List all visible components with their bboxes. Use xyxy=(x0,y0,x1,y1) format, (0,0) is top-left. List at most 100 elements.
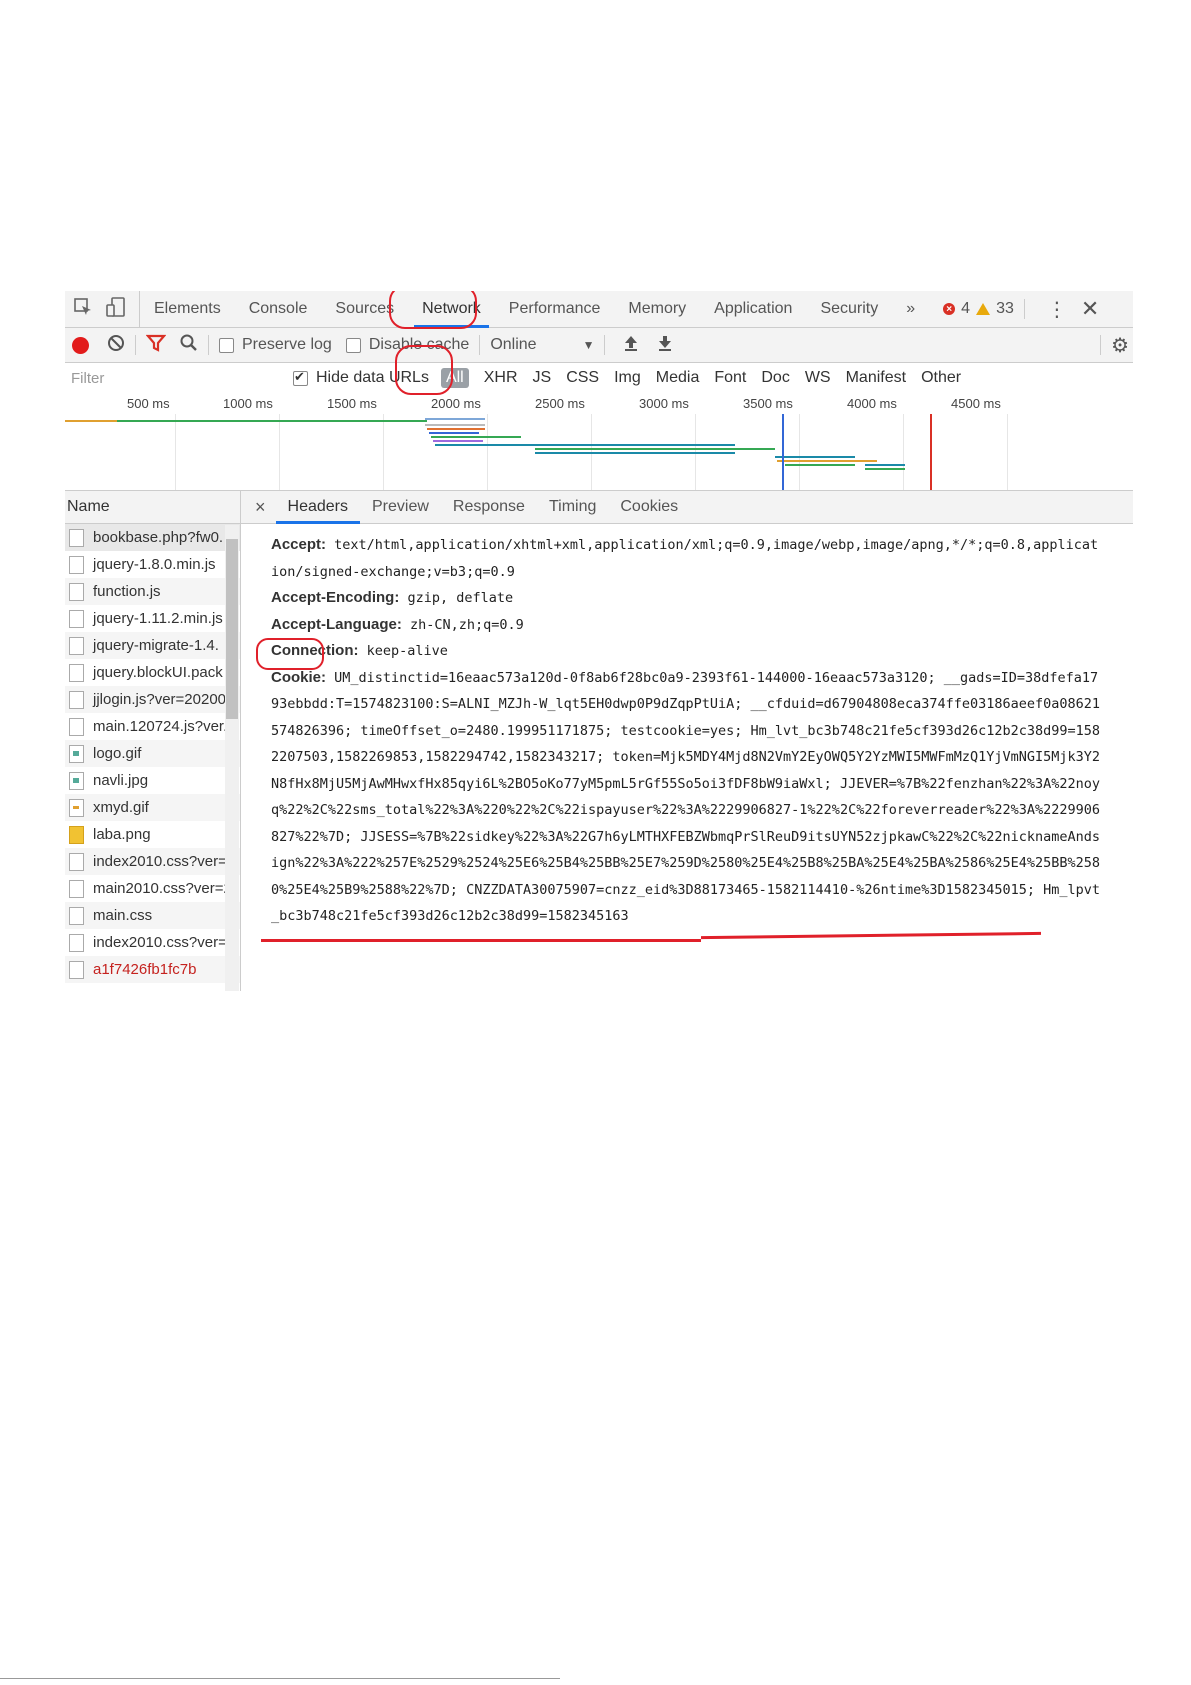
network-overview-timeline[interactable]: 500 ms 1000 ms 1500 ms 2000 ms 2500 ms 3… xyxy=(65,394,1133,491)
device-toolbar-icon[interactable] xyxy=(105,296,127,323)
filter-input[interactable]: Filter xyxy=(65,365,281,391)
tab-application[interactable]: Application xyxy=(700,291,806,327)
warning-count: 33 xyxy=(996,300,1014,317)
list-item[interactable]: index2010.css?ver= xyxy=(65,848,240,875)
timeline-tick: 1000 ms xyxy=(223,396,273,411)
more-tabs-icon[interactable]: » xyxy=(892,291,929,327)
record-icon[interactable] xyxy=(72,336,89,354)
header-accept: Accept: text/html,application/xhtml+xml,… xyxy=(271,536,1099,580)
tab-preview[interactable]: Preview xyxy=(360,491,441,523)
timeline-bar xyxy=(535,448,775,450)
list-item[interactable]: jquery.blockUI.pack xyxy=(65,659,240,686)
error-icon: × xyxy=(943,303,956,315)
filter-type-font[interactable]: Font xyxy=(714,369,746,387)
filter-funnel-icon[interactable] xyxy=(145,334,167,357)
dropdown-arrow-icon: ▼ xyxy=(582,338,595,352)
tab-cookies[interactable]: Cookies xyxy=(608,491,690,523)
list-item[interactable]: main2010.css?ver=2 xyxy=(65,875,240,902)
clear-icon[interactable] xyxy=(107,334,125,357)
timeline-tick: 4500 ms xyxy=(951,396,1001,411)
filter-type-doc[interactable]: Doc xyxy=(761,369,789,387)
tab-security[interactable]: Security xyxy=(806,291,892,327)
tab-headers[interactable]: Headers xyxy=(275,491,361,524)
scrollbar-thumb[interactable] xyxy=(226,539,238,719)
tab-memory[interactable]: Memory xyxy=(614,291,700,327)
request-headers: Accept: text/html,application/xhtml+xml,… xyxy=(241,524,1106,930)
timeline-bar xyxy=(785,464,855,466)
tabbar-tools xyxy=(65,291,140,327)
script-file-icon xyxy=(69,717,84,736)
script-file-icon xyxy=(69,663,84,682)
script-file-icon xyxy=(69,609,84,628)
timeline-tick: 4000 ms xyxy=(847,396,897,411)
export-har-icon[interactable] xyxy=(657,334,673,357)
filter-type-manifest[interactable]: Manifest xyxy=(846,369,906,387)
list-item[interactable]: a1f7426fb1fc7b xyxy=(65,956,240,983)
timeline-bar xyxy=(429,432,479,434)
preserve-log-label: Preserve log xyxy=(242,336,332,353)
list-item[interactable]: laba.png xyxy=(65,821,240,848)
timeline-bar xyxy=(865,464,905,466)
image-file-icon xyxy=(69,744,84,763)
timeline-bar xyxy=(427,428,485,430)
list-item[interactable]: main.120724.js?ver. xyxy=(65,713,240,740)
list-item[interactable]: jquery-1.11.2.min.js xyxy=(65,605,240,632)
filter-type-xhr[interactable]: XHR xyxy=(484,369,518,387)
annotation-circle-all xyxy=(395,345,453,395)
list-item[interactable]: logo.gif xyxy=(65,740,240,767)
preserve-log-checkbox[interactable]: Preserve log xyxy=(219,336,332,354)
warning-icon xyxy=(976,303,991,315)
list-item[interactable]: index2010.css?ver= xyxy=(65,929,240,956)
divider xyxy=(1100,335,1102,355)
script-file-icon xyxy=(69,582,84,601)
detail-tabs: × Headers Preview Response Timing Cookie… xyxy=(241,491,1133,524)
filter-type-js[interactable]: JS xyxy=(533,369,552,387)
list-item[interactable]: function.js xyxy=(65,578,240,605)
network-toolbar: Preserve log Disable cache Online ▼ ⚙ xyxy=(65,328,1133,363)
inspect-element-icon[interactable] xyxy=(73,297,93,322)
list-item[interactable]: bookbase.php?fw0. xyxy=(65,524,240,551)
filter-type-img[interactable]: Img xyxy=(614,369,641,387)
tab-console[interactable]: Console xyxy=(235,291,322,327)
list-item[interactable]: jquery-migrate-1.4. xyxy=(65,632,240,659)
search-icon[interactable] xyxy=(180,334,198,357)
list-item[interactable]: main.css xyxy=(65,902,240,929)
request-details-panel: × Headers Preview Response Timing Cookie… xyxy=(241,491,1133,991)
scrollbar[interactable] xyxy=(225,525,239,991)
header-cookie: Cookie: UM_distinctid=16eaac573a120d-0f8… xyxy=(271,668,1101,925)
image-file-icon xyxy=(69,825,84,844)
name-column-header[interactable]: Name xyxy=(65,491,240,524)
filter-type-ws[interactable]: WS xyxy=(805,369,831,387)
dom-content-loaded-line xyxy=(782,414,784,490)
request-name-panel: Name bookbase.php?fw0. jquery-1.8.0.min.… xyxy=(65,491,241,991)
filter-type-other[interactable]: Other xyxy=(921,369,961,387)
tab-performance[interactable]: Performance xyxy=(495,291,615,327)
list-item[interactable]: jquery-1.8.0.min.js xyxy=(65,551,240,578)
throttling-select[interactable]: Online ▼ xyxy=(490,336,594,354)
close-icon[interactable]: ✕ xyxy=(1079,296,1099,322)
tab-elements[interactable]: Elements xyxy=(140,291,235,327)
checkbox-box xyxy=(345,337,361,353)
settings-gear-icon[interactable]: ⚙ xyxy=(1111,333,1133,358)
script-file-icon xyxy=(69,636,84,655)
filter-bar: Filter Hide data URLs All XHR JS CSS Img… xyxy=(65,363,1133,393)
grid-line xyxy=(1007,414,1008,490)
list-item[interactable]: xmyd.gif xyxy=(65,794,240,821)
kebab-menu-icon[interactable]: ⋮ xyxy=(1035,297,1079,322)
tab-timing[interactable]: Timing xyxy=(537,491,608,523)
import-har-icon[interactable] xyxy=(623,334,639,357)
list-item[interactable]: jjlogin.js?ver=20200 xyxy=(65,686,240,713)
grid-line xyxy=(383,414,384,490)
timeline-tick: 1500 ms xyxy=(327,396,377,411)
filter-type-media[interactable]: Media xyxy=(656,369,700,387)
tab-response[interactable]: Response xyxy=(441,491,537,523)
timeline-bar xyxy=(777,460,877,462)
filter-type-css[interactable]: CSS xyxy=(566,369,599,387)
issue-counts[interactable]: × 4 33 xyxy=(943,300,1014,318)
devtools-tab-bar: Elements Console Sources Network Perform… xyxy=(65,291,1133,328)
timeline-tick: 2500 ms xyxy=(535,396,585,411)
stylesheet-file-icon xyxy=(69,906,84,925)
list-item[interactable]: navli.jpg xyxy=(65,767,240,794)
close-details-icon[interactable]: × xyxy=(241,497,276,518)
timeline-bar xyxy=(435,444,735,446)
